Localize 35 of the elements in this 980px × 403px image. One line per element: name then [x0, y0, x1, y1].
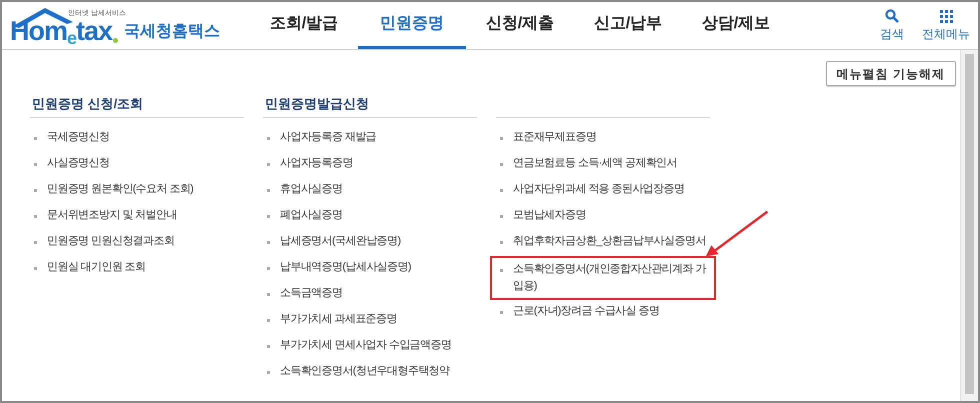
menu-link[interactable]: 근로(자녀)장려금 수급사실 증명 [513, 303, 660, 320]
menu-link[interactable]: 부가가치세 면세사업자 수입금액증명 [280, 337, 452, 354]
menu-link[interactable]: 사실증명신청 [47, 155, 110, 172]
nav-tab[interactable]: 민원증명 [358, 2, 466, 49]
menu-link[interactable]: 민원실 대기인원 조회 [47, 259, 146, 276]
column-heading: 민원증명발급신청 [264, 94, 369, 113]
menu-link[interactable]: 사업자등록증 재발급 [280, 129, 376, 146]
menu-link[interactable]: 모범납세자증명 [513, 207, 586, 224]
menu-link[interactable]: 문서위변조방지 및 처벌안내 [47, 207, 177, 224]
nav-tab[interactable]: 조회/발급 [250, 2, 358, 49]
nav-tab[interactable]: 신고/납부 [574, 2, 682, 49]
menu-link[interactable]: 폐업사실증명 [280, 207, 342, 224]
menu-link[interactable]: 소득확인증명서(청년우대형주택청약 [280, 363, 450, 380]
hometax-wordmark: Hom$_{e}$tax [10, 18, 112, 44]
menu-link[interactable]: 취업후학자금상환_상환금납부사실증명서 [513, 233, 706, 250]
menu-link[interactable]: 민원증명 원본확인(수요처 조회) [47, 181, 194, 198]
menu-link[interactable]: 민원증명 민원신청결과조회 [47, 233, 174, 250]
nav-tab[interactable]: 신청/제출 [466, 2, 574, 49]
nav-tab[interactable]: 상담/제보 [682, 2, 790, 49]
menu-toggle-button[interactable]: 메뉴펼침 기능해제 [826, 61, 956, 86]
menu-link[interactable]: 연금보험료등 소득·세액 공제확인서 [513, 155, 677, 172]
menu-link[interactable]: 소득금액증명 [280, 285, 342, 302]
menu-link[interactable]: 표준재무제표증명 [513, 129, 596, 146]
search-button[interactable]: 검색 [880, 8, 904, 42]
menu-link[interactable]: 납부내역증명(납세사실증명) [280, 259, 411, 276]
logo-name: 국세청홈택스 [124, 22, 220, 42]
all-menu-button[interactable]: 전체메뉴 [922, 8, 970, 42]
menu-link[interactable]: 휴업사실증명 [280, 181, 342, 198]
menu-link[interactable]: 사업자단위과세 적용 종된사업장증명 [513, 181, 684, 198]
menu-link[interactable]: 사업자등록증명 [280, 155, 353, 172]
menu-link[interactable]: 소득확인증명서(개인종합자산관리계좌 가입용) [513, 261, 706, 295]
menu-link[interactable]: 부가가치세 과세표준증명 [280, 311, 397, 328]
column-heading: 민원증명 신청/조회 [31, 94, 144, 113]
menu-link[interactable]: 국세증명신청 [47, 129, 110, 146]
menu-link[interactable]: 납세증명서(국세완납증명) [280, 233, 401, 250]
